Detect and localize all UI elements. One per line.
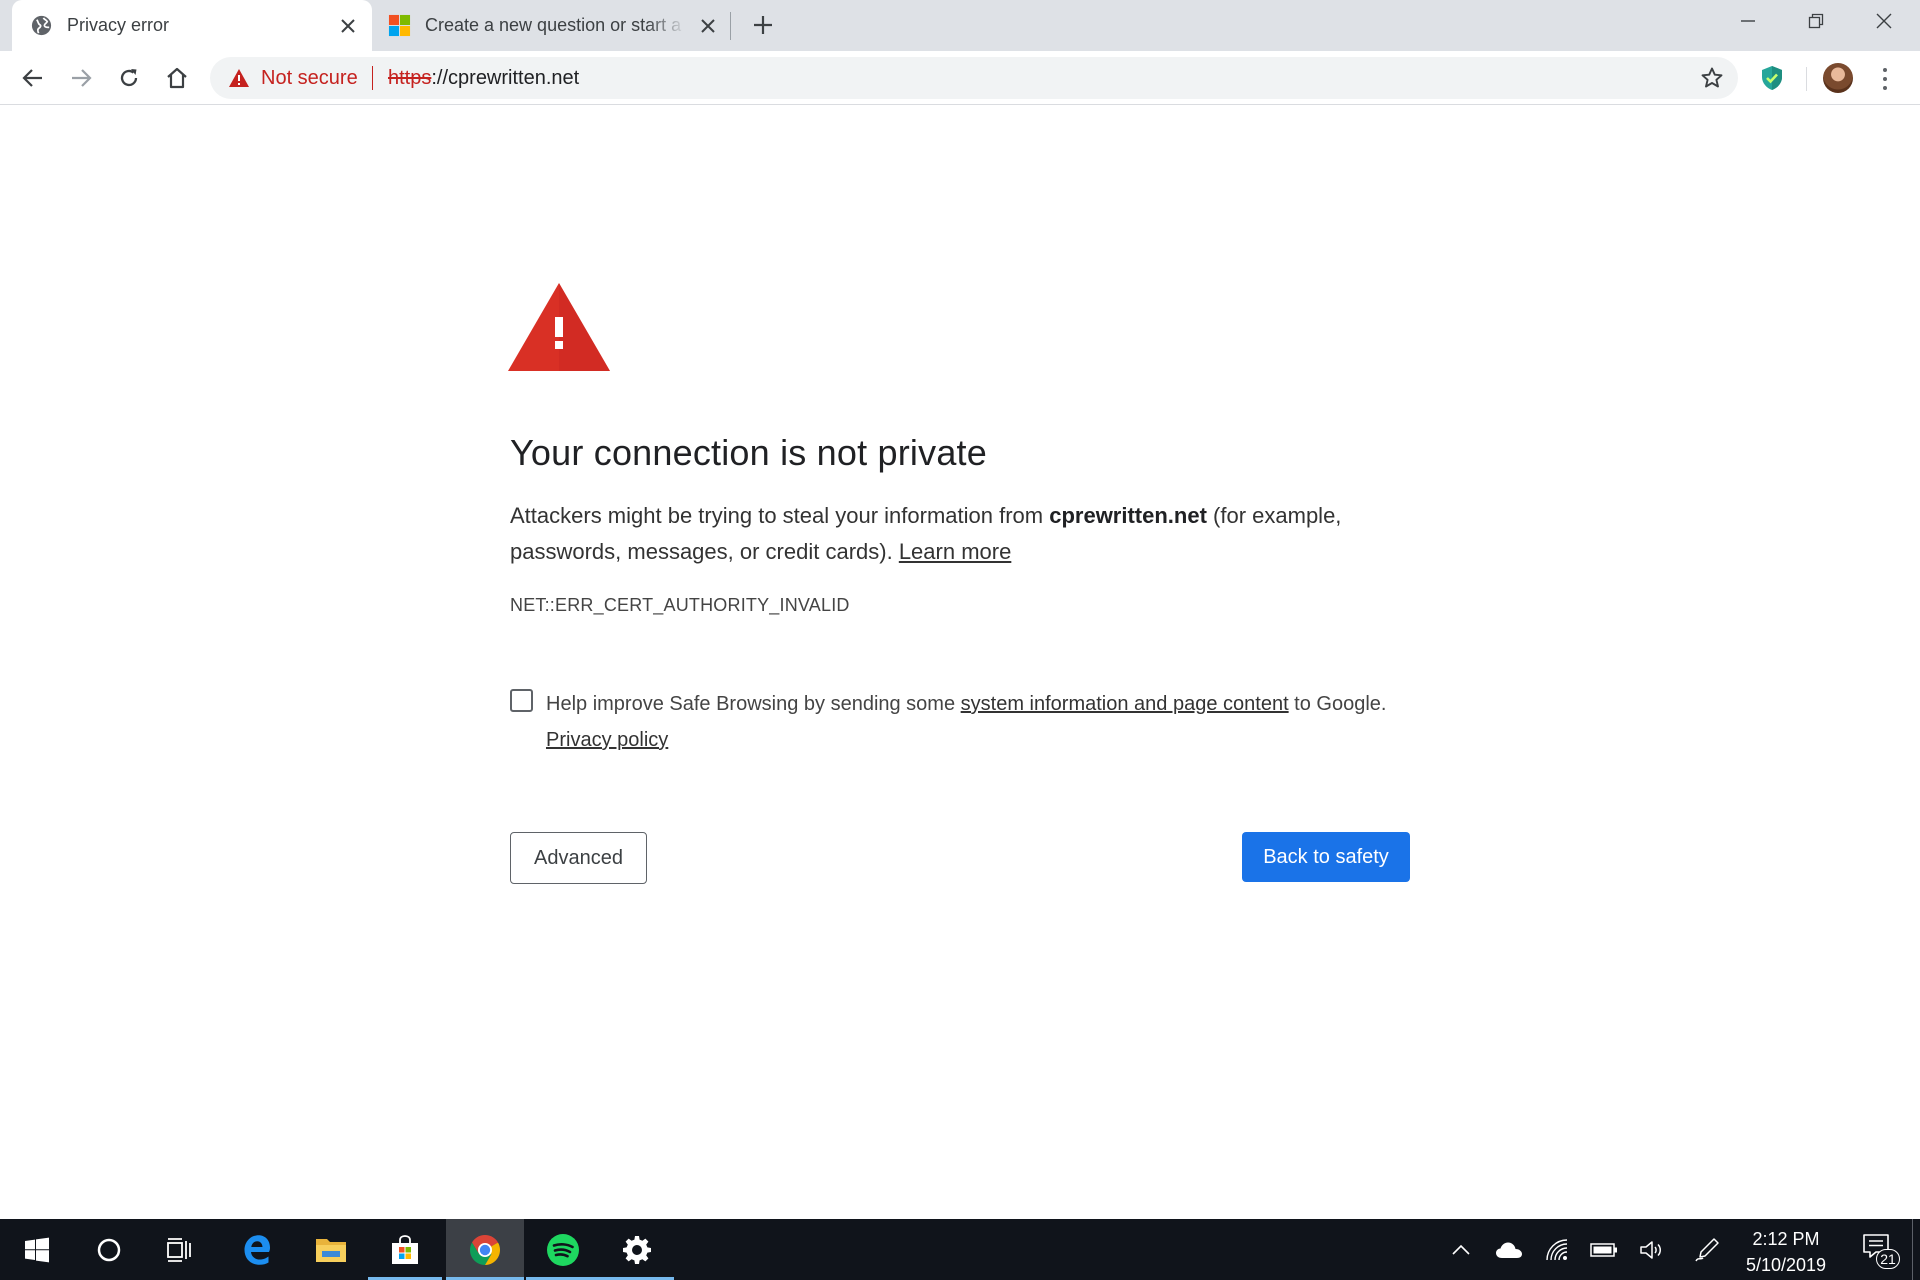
not-secure-label[interactable]: Not secure (261, 67, 358, 90)
cortana-icon (97, 1238, 121, 1261)
privacy-policy-link[interactable]: Privacy policy (546, 729, 668, 751)
error-description: Attackers might be trying to steal your … (510, 498, 1390, 570)
tab-title: Create a new question or start a discuss… (425, 15, 686, 35)
store-taskbar-button[interactable] (368, 1219, 442, 1280)
url-scheme: https (388, 67, 432, 89)
close-icon (1876, 13, 1892, 29)
learn-more-link[interactable]: Learn more (899, 539, 1012, 564)
restore-button[interactable] (1782, 0, 1850, 42)
tab-separator (730, 12, 731, 40)
settings-taskbar-button[interactable] (600, 1219, 674, 1280)
task-view-icon (167, 1237, 191, 1262)
omnibox-divider (372, 66, 373, 90)
interstitial-page: Your connection is not private Attackers… (0, 106, 1920, 1219)
reload-icon (120, 69, 138, 87)
windows-taskbar: 2:12 PM 5/10/2019 21 (0, 1219, 1920, 1280)
show-hidden-icons-button[interactable] (1446, 1219, 1476, 1280)
close-window-button[interactable] (1850, 0, 1918, 42)
edge-taskbar-button[interactable] (220, 1219, 294, 1280)
tab-privacy-error[interactable]: Privacy error (12, 0, 372, 51)
security-extension-shield-icon[interactable] (1758, 64, 1786, 92)
plus-icon (754, 16, 772, 34)
speaker-icon (1640, 1240, 1661, 1259)
browser-menu-icon[interactable] (1872, 65, 1898, 93)
tab-title: Privacy error (67, 15, 170, 35)
system-clock[interactable]: 2:12 PM 5/10/2019 (1730, 1226, 1842, 1278)
minimize-button[interactable] (1714, 0, 1782, 42)
wifi-tray-button[interactable] (1540, 1219, 1574, 1280)
settings-icon (623, 1235, 651, 1264)
edge-icon (244, 1234, 270, 1265)
warning-icon[interactable] (228, 68, 250, 88)
toolbar-divider (1806, 67, 1807, 91)
forward-button[interactable] (64, 61, 98, 95)
onedrive-tray-button[interactable] (1492, 1219, 1526, 1280)
site-domain: cprewritten.net (1049, 503, 1207, 528)
show-desktop-button[interactable] (1912, 1219, 1913, 1280)
tab-create-question[interactable]: Create a new question or start a discuss… (376, 0, 732, 51)
windows-start-icon (25, 1237, 49, 1262)
error-code[interactable]: NET::ERR_CERT_AUTHORITY_INVALID (510, 595, 850, 616)
url-host: ://cprewritten.net (431, 67, 580, 89)
action-center-button[interactable]: 21 (1852, 1219, 1908, 1280)
wifi-icon (1546, 1238, 1568, 1260)
cloud-icon (1496, 1242, 1522, 1258)
spotify-taskbar-button[interactable] (526, 1219, 600, 1280)
cortana-button[interactable] (72, 1219, 146, 1280)
clock-date: 5/10/2019 (1745, 1255, 1827, 1275)
chrome-taskbar-button[interactable] (446, 1219, 524, 1280)
clock-time: 2:12 PM (1752, 1229, 1820, 1249)
microsoft-logo-icon (388, 14, 411, 37)
optin-text-continued: to Google. (1288, 693, 1387, 715)
windows-ink-tray-button[interactable] (1690, 1219, 1724, 1280)
page-title: Your connection is not private (510, 432, 987, 473)
bookmark-star-icon[interactable] (1700, 66, 1724, 90)
arrow-left-icon (22, 69, 42, 87)
chevron-up-icon (1452, 1244, 1470, 1255)
home-button[interactable] (160, 61, 194, 95)
chrome-icon (469, 1234, 501, 1265)
volume-tray-button[interactable] (1634, 1219, 1670, 1280)
back-button[interactable] (16, 61, 50, 95)
minimize-icon (1741, 20, 1755, 22)
reload-button[interactable] (112, 61, 146, 95)
arrow-right-icon (72, 69, 92, 87)
battery-icon (1590, 1242, 1617, 1257)
optin-text: Help improve Safe Browsing by sending so… (546, 693, 961, 715)
pen-ink-icon (1695, 1237, 1719, 1261)
close-tab-icon[interactable] (694, 12, 722, 40)
restore-icon (1808, 13, 1824, 29)
start-button[interactable] (0, 1219, 74, 1280)
close-tab-icon[interactable] (334, 12, 362, 40)
back-to-safety-button[interactable]: Back to safety (1242, 832, 1410, 882)
file-explorer-taskbar-button[interactable] (294, 1219, 368, 1280)
tab-strip: Privacy error Create a new question or s… (0, 0, 1920, 51)
task-view-button[interactable] (142, 1219, 216, 1280)
safe-browsing-checkbox[interactable] (510, 689, 533, 712)
advanced-button[interactable]: Advanced (510, 832, 647, 884)
store-icon (392, 1234, 418, 1264)
new-tab-button[interactable] (748, 10, 778, 40)
system-information-link[interactable]: system information and page content (961, 693, 1289, 715)
description-text: Attackers might be trying to steal your … (510, 503, 1050, 528)
url-text[interactable]: https://cprewritten.net (388, 67, 579, 90)
notification-count-badge: 21 (1876, 1249, 1900, 1269)
profile-avatar[interactable] (1823, 63, 1853, 93)
file-explorer-icon (316, 1238, 346, 1262)
spotify-icon (547, 1233, 579, 1266)
safe-browsing-optin-label: Help improve Safe Browsing by sending so… (546, 686, 1406, 758)
address-bar[interactable]: Not secure https://cprewritten.net (210, 57, 1738, 99)
browser-toolbar: Not secure https://cprewritten.net (0, 51, 1920, 105)
warning-triangle-icon (508, 283, 610, 371)
globe-icon (31, 15, 52, 36)
home-icon (167, 67, 187, 89)
battery-tray-button[interactable] (1586, 1219, 1622, 1280)
